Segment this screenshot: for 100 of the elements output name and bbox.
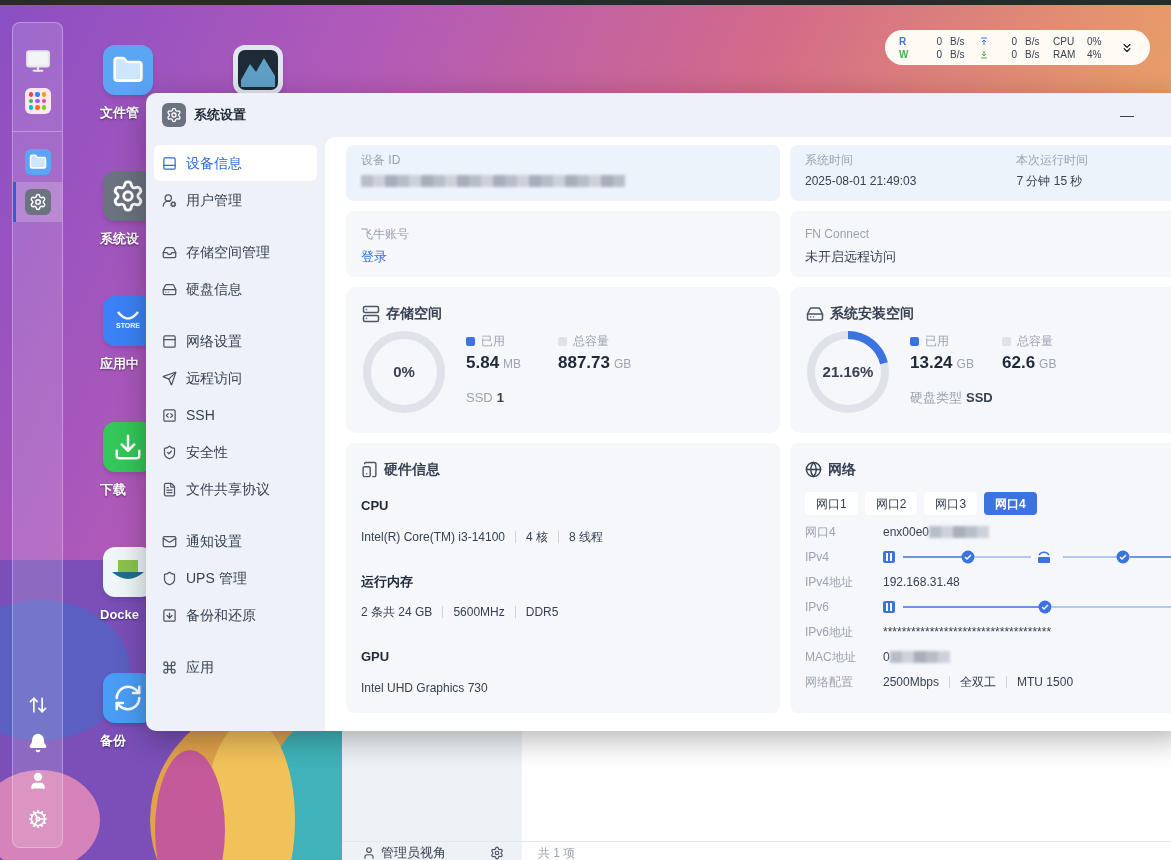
network-value: enx00e0 [883, 523, 930, 541]
sidebar-item[interactable]: 安全性 [154, 434, 317, 470]
sidebar-icon [162, 481, 177, 497]
total-unit: GB [614, 356, 632, 373]
app-grid-icon[interactable] [24, 88, 51, 114]
field-label: 本次运行时间 [1016, 152, 1089, 169]
disk-value: 0 [935, 47, 942, 62]
item-count: 共 1 项 [538, 844, 576, 860]
gear-icon [162, 103, 186, 127]
card-title: 硬件信息 [384, 460, 440, 479]
total-value: 887.73 [558, 352, 610, 374]
desktop-icon-label[interactable]: 备份 [100, 730, 126, 750]
sidebar-item[interactable]: 应用 [154, 649, 317, 685]
spec-value: Intel(R) Core(TM) i3-14100 [361, 528, 506, 546]
metric-label: CPU [1053, 34, 1076, 49]
card-title: 网络 [828, 460, 856, 479]
chart-app-icon[interactable] [233, 45, 283, 95]
sidebar-item[interactable]: 用户管理 [154, 182, 317, 218]
total-label: 总容量 [1017, 333, 1053, 350]
sidebar-icon [162, 659, 177, 675]
desktop-icon-label[interactable]: 应用中 [100, 354, 139, 374]
network-label: IPv6地址 [805, 623, 854, 641]
network-label: IPv4 [805, 548, 830, 566]
disk-label: R [899, 34, 908, 49]
download-icon [980, 49, 988, 59]
bell-icon[interactable] [27, 733, 48, 753]
net-unit: B/s [1025, 47, 1041, 62]
desktop-icon-label[interactable]: Docke [100, 605, 140, 625]
monitor-icon[interactable] [24, 48, 51, 74]
spec-value: 2 条共 24 GB [361, 604, 433, 621]
network-value: ************************************ [883, 623, 1052, 641]
footer-value: SSD [966, 388, 993, 407]
metric-label: RAM [1053, 47, 1077, 62]
login-link[interactable]: 登录 [361, 247, 387, 267]
sidebar-item[interactable]: 文件共享协议 [154, 471, 317, 507]
minimize-button[interactable]: — [1120, 104, 1134, 126]
port-tab[interactable]: 网口1 [805, 492, 858, 515]
used-label: 已用 [925, 333, 949, 350]
sidebar-item[interactable]: 管理员视角 [381, 842, 446, 860]
field-label: 飞牛账号 [361, 226, 410, 243]
user-icon [362, 845, 376, 860]
sidebar-icon [162, 444, 177, 460]
settings-icon[interactable] [490, 845, 504, 860]
desktop-icon-label[interactable]: 文件管 [100, 103, 139, 123]
network-value: 2500Mbps [883, 673, 940, 691]
gear-icon[interactable] [24, 189, 51, 215]
network-label: IPv6 [805, 598, 830, 616]
used-legend-icon [910, 336, 919, 346]
disk-unit: B/s [950, 34, 966, 49]
used-value: 5.84 [466, 352, 500, 374]
sidebar-item[interactable]: 存储空间管理 [154, 234, 317, 270]
folder-icon[interactable] [24, 149, 51, 175]
network-value: 192.168.31.48 [883, 573, 960, 591]
section-title: 运行内存 [361, 572, 414, 591]
metric-value: 4% [1087, 47, 1103, 62]
total-value: 62.6 [1002, 352, 1036, 374]
usage-percent: 21.16% [822, 361, 874, 382]
dock-item[interactable] [13, 182, 62, 222]
sidebar-item[interactable]: UPS 管理 [154, 560, 317, 596]
metric-value: 0% [1087, 34, 1103, 49]
sidebar-icon [162, 333, 177, 349]
field-label: 系统时间 [805, 152, 854, 169]
network-label: MAC地址 [805, 648, 857, 666]
sidebar-icon [162, 155, 177, 171]
port-tab[interactable]: 网口3 [924, 492, 978, 515]
net-unit: B/s [1025, 34, 1041, 49]
disk-unit: B/s [950, 47, 966, 62]
disk-value: 0 [935, 34, 942, 49]
port-tab[interactable]: 网口2 [864, 492, 918, 515]
net-value: 0 [1010, 34, 1017, 49]
field-value: 7 分钟 15 秒 [1016, 173, 1084, 190]
network-label: 网络配置 [805, 673, 854, 691]
sidebar-item[interactable]: 网络设置 [154, 323, 317, 359]
upload-icon [980, 36, 988, 46]
sidebar-icon [162, 192, 177, 208]
field-label: 设备 ID [361, 152, 402, 169]
desktop-icon-label[interactable]: 系统设 [100, 228, 139, 248]
footer-label: 硬盘类型 [910, 388, 962, 407]
network-label: IPv4地址 [805, 573, 854, 591]
redacted-bar [889, 649, 950, 664]
used-label: 已用 [481, 333, 505, 350]
spec-value: 4 核 [526, 528, 549, 546]
sidebar-icon [162, 370, 177, 386]
network-value: 0 [883, 648, 890, 666]
sidebar-icon [162, 281, 177, 297]
sidebar-item[interactable]: 设备信息 [154, 145, 317, 181]
sidebar-item[interactable]: SSH [154, 397, 317, 433]
folder-icon[interactable] [103, 45, 153, 95]
sidebar-item[interactable]: 远程访问 [154, 360, 317, 396]
redacted-bar [929, 524, 990, 539]
port-tab[interactable]: 网口4 [984, 492, 1037, 515]
transfer-icon[interactable] [27, 695, 48, 715]
desktop-icon-label[interactable]: 下载 [100, 479, 126, 499]
sidebar-item[interactable]: 硬盘信息 [154, 271, 317, 307]
devices-icon [361, 461, 378, 478]
field-value: 未开启远程访问 [805, 248, 897, 266]
used-value: 13.24 [910, 352, 953, 374]
sidebar-item[interactable]: 备份和还原 [154, 597, 317, 633]
card-title: 系统安装空间 [830, 304, 914, 323]
sidebar-item[interactable]: 通知设置 [154, 523, 317, 559]
